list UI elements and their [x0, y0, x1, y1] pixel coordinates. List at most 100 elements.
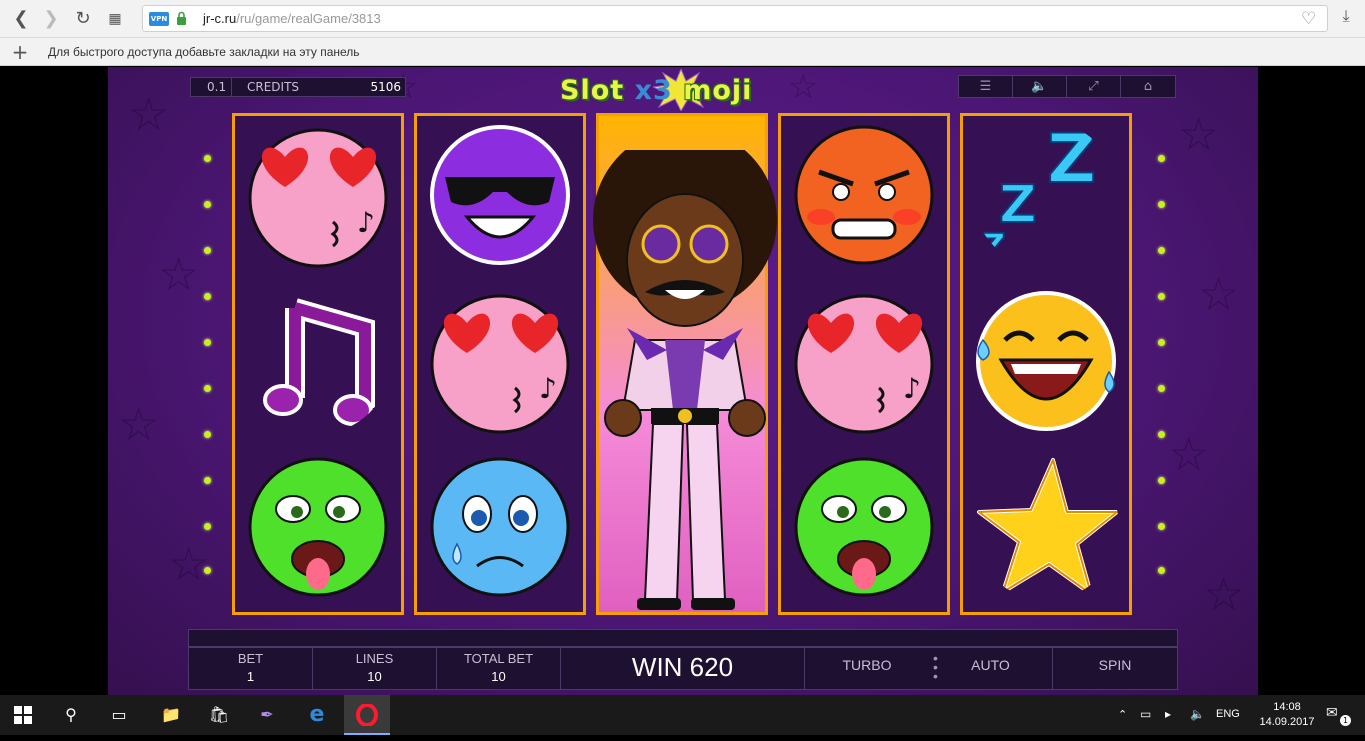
nauseated-emoji-icon [794, 457, 934, 597]
nauseated-emoji-icon [248, 457, 388, 597]
afro-dancer-wild-icon [593, 150, 777, 610]
address-bar[interactable]: VPN jr-c.ru/ru/game/realGame/3813 ♡ [142, 5, 1328, 32]
network-icon[interactable]: ▸ [1165, 707, 1171, 721]
heart-icon[interactable]: ♡ [1301, 9, 1316, 29]
slot-game-canvas[interactable]: ☆ ☆ ☆ ☆ ☆ ☆ ☆ ☆ ☆ ☆ 0.1 CREDITS 5106 Slo… [108, 67, 1258, 695]
payline-dot [1158, 431, 1165, 438]
payline-dot [204, 339, 211, 346]
logo-word-right: moji [683, 75, 753, 106]
total-bet-label: TOTAL BET [463, 651, 534, 666]
reel-5: Z Z Z [960, 113, 1132, 615]
url-text[interactable]: jr-c.ru/ru/game/realGame/3813 [203, 11, 381, 26]
task-view-icon[interactable]: ▭ [96, 695, 142, 735]
file-explorer-icon[interactable]: 📁 [148, 695, 194, 735]
battery-icon[interactable]: ▭ [1140, 707, 1151, 721]
message-bar [188, 629, 1178, 647]
game-menu-bar: ☰ 🔈 ⤢ ⌂ [958, 75, 1176, 98]
sound-icon[interactable]: 🔈 [1013, 76, 1067, 97]
sleeping-zzz-icon: Z Z Z [976, 122, 1097, 268]
payline-dot [204, 247, 211, 254]
reel-3-wild [593, 113, 777, 615]
system-clock[interactable]: 14:08 14.09.2017 [1257, 700, 1317, 730]
bet-value: 1 [246, 669, 255, 684]
turbo-button[interactable]: TURBO [805, 648, 929, 689]
background-star-icon: ☆ [1198, 267, 1240, 321]
star-icon [977, 458, 1119, 596]
bet-label: BET [237, 651, 264, 666]
payline-dot [204, 155, 211, 162]
back-icon[interactable]: ❮ [8, 6, 34, 32]
svg-text:♪: ♪ [357, 206, 375, 239]
background-star-icon: ☆ [1168, 427, 1210, 481]
payline-dot [204, 385, 211, 392]
store-icon[interactable]: 🛍 [196, 695, 242, 735]
background-star-icon: ☆ [168, 537, 210, 591]
credits-value: 5106 [370, 80, 401, 94]
vpn-badge[interactable]: VPN [149, 12, 169, 26]
win-text: WIN 620 [631, 652, 734, 682]
lock-icon [177, 11, 186, 25]
url-host: jr-c.ru [203, 11, 237, 26]
bet-control[interactable]: BET 1 [189, 648, 313, 689]
home-icon[interactable]: ⌂ [1121, 76, 1175, 97]
background-star-icon: ☆ [1178, 107, 1220, 161]
payline-dot [204, 293, 211, 300]
opera-browser-icon[interactable] [344, 695, 390, 735]
download-icon[interactable]: ⤓ [1334, 6, 1358, 30]
url-path: /ru/game/realGame/3813 [236, 11, 381, 26]
logo-word-left: Slot [560, 75, 625, 106]
reel-4: ♪ [778, 113, 950, 615]
svg-text:Z: Z [1047, 122, 1096, 199]
show-hidden-icons-icon[interactable]: ⌃ [1118, 708, 1127, 721]
notification-count-badge: 1 [1340, 715, 1351, 726]
forward-icon[interactable]: ❯ [38, 6, 64, 32]
tabs-grid-icon[interactable]: ▦ [102, 6, 128, 32]
spin-label: SPIN [1098, 657, 1132, 673]
windows-taskbar: ⚲ ▭ 📁 🛍 ✒ e ⌃ ▭ ▸ 🔈 ENG 14:08 14.09.2017… [0, 695, 1365, 735]
windows-start-icon[interactable] [0, 695, 46, 735]
credits-label: CREDITS [247, 80, 300, 94]
auto-button[interactable]: • • • AUTO [929, 648, 1053, 689]
payline-dot [204, 201, 211, 208]
win-display: WIN 620 [561, 648, 805, 689]
credits-panel: 0.1 CREDITS 5106 [190, 77, 406, 97]
payline-dot [1158, 477, 1165, 484]
auto-label: AUTO [971, 657, 1010, 673]
background-star-icon: ☆ [158, 247, 200, 301]
fullscreen-icon[interactable]: ⤢ [1067, 76, 1121, 97]
payline-dot [204, 567, 211, 574]
background-star-icon: ☆ [118, 397, 160, 451]
language-indicator[interactable]: ENG [1216, 708, 1240, 720]
spin-button[interactable]: SPIN [1053, 648, 1177, 689]
edge-browser-icon[interactable]: e [294, 695, 340, 735]
payline-dot [1158, 567, 1165, 574]
controls-bar: BET 1 LINES 10 TOTAL BET 10 WIN 620 TURB… [188, 647, 1178, 690]
music-note-icon [263, 298, 375, 426]
logo-text: Slot x3 moji [560, 75, 752, 106]
payline-dot [1158, 155, 1165, 162]
add-bookmark-icon[interactable]: + [10, 40, 30, 64]
lines-control[interactable]: LINES 10 [313, 648, 437, 689]
feather-app-icon[interactable]: ✒ [244, 695, 290, 735]
lines-value: 10 [367, 669, 382, 684]
search-icon[interactable]: ⚲ [48, 695, 94, 735]
svg-text:Z: Z [999, 175, 1037, 235]
payline-dot [204, 523, 211, 530]
turbo-label: TURBO [842, 657, 892, 673]
clock-time: 14:08 [1273, 701, 1301, 713]
payline-dot [1158, 201, 1165, 208]
menu-icon[interactable]: ☰ [959, 76, 1013, 97]
reel-1: ♪ [232, 113, 404, 615]
svg-text:♪: ♪ [903, 372, 921, 405]
heart-eyes-kiss-emoji-icon: ♪ [430, 294, 570, 434]
bet-per-line-value: 0.1 [207, 80, 227, 94]
angry-emoji-icon [794, 125, 934, 265]
sad-tear-emoji-icon [430, 457, 570, 597]
reload-icon[interactable]: ↻ [70, 6, 96, 32]
clock-date: 14.09.2017 [1259, 716, 1315, 728]
payline-dot [1158, 339, 1165, 346]
logo-x: x [634, 75, 653, 106]
payline-dot [1158, 385, 1165, 392]
volume-icon[interactable]: 🔈 [1190, 707, 1205, 721]
svg-text:♪: ♪ [539, 372, 557, 405]
